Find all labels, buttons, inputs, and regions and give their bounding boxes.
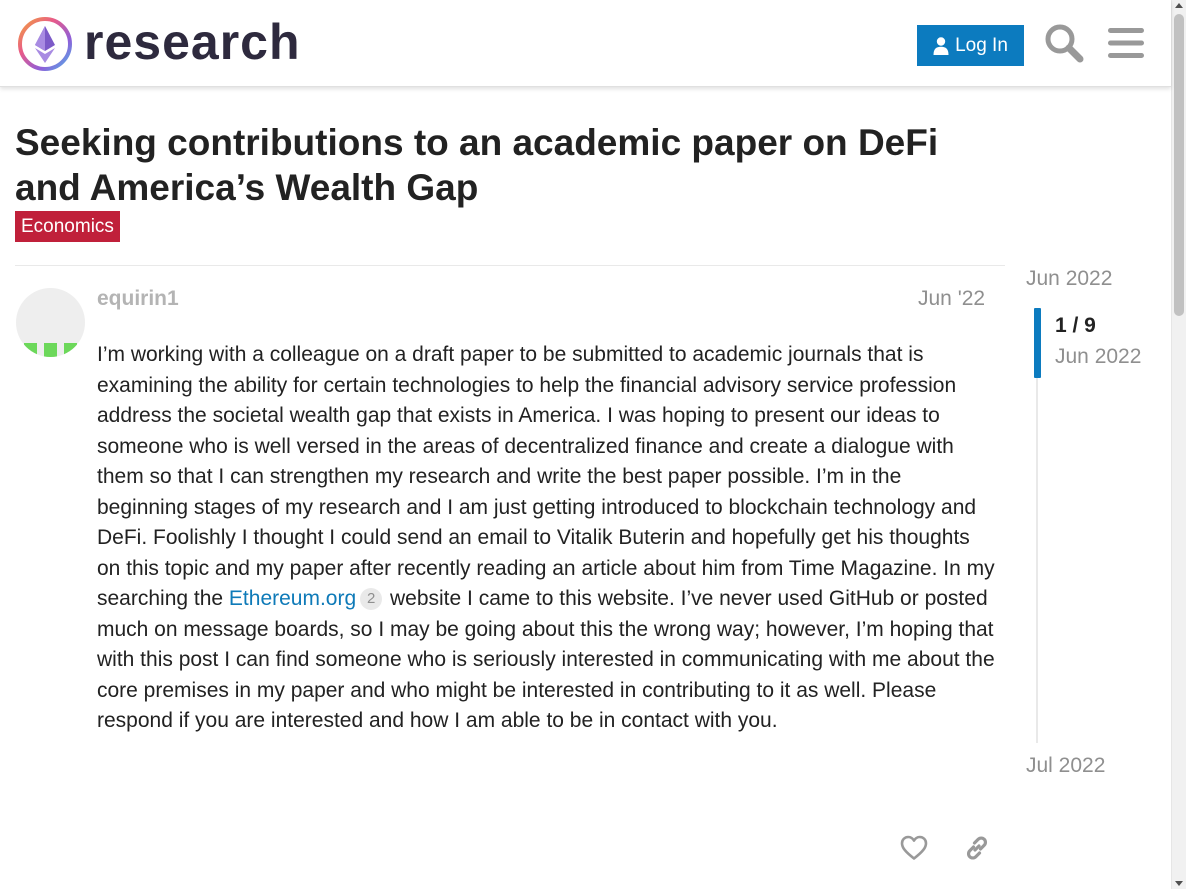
timeline-current-date: Jun 2022 [1055,345,1142,368]
timeline-post-counter: 1 / 9 [1055,314,1096,337]
site-name[interactable]: research [84,13,301,71]
scrollbar-thumb[interactable] [1174,14,1184,316]
post-username[interactable]: equirin1 [97,287,179,311]
timeline-start-date[interactable]: Jun 2022 [1026,267,1112,291]
post-date[interactable]: Jun '22 [918,287,985,311]
login-button[interactable]: Log In [917,25,1024,66]
link-click-count: 2 [360,588,383,610]
user-icon [933,36,949,55]
post-body: I’m working with a colleague on a draft … [97,340,997,737]
scroll-down-arrow-icon[interactable] [1175,881,1183,886]
page-scrollbar[interactable] [1171,0,1186,889]
like-heart-icon[interactable] [894,828,934,868]
site-header: research Log In [0,0,1171,87]
timeline-handle[interactable] [1034,308,1041,378]
avatar[interactable] [16,288,85,357]
timeline-end-date[interactable]: Jul 2022 [1026,754,1105,778]
topic-title[interactable]: Seeking contributions to an academic pap… [15,120,1005,210]
login-label: Log In [955,34,1008,56]
site-logo-icon[interactable] [16,15,74,73]
search-icon[interactable] [1042,20,1086,66]
share-link-icon[interactable] [957,828,997,868]
scroll-up-arrow-icon[interactable] [1175,3,1183,8]
post-text-before-link: I’m working with a colleague on a draft … [97,343,995,610]
divider [15,265,1005,266]
category-badge[interactable]: Economics [15,211,120,242]
ethereum-org-link[interactable]: Ethereum.org [229,587,356,610]
hamburger-menu-icon[interactable] [1104,20,1148,66]
